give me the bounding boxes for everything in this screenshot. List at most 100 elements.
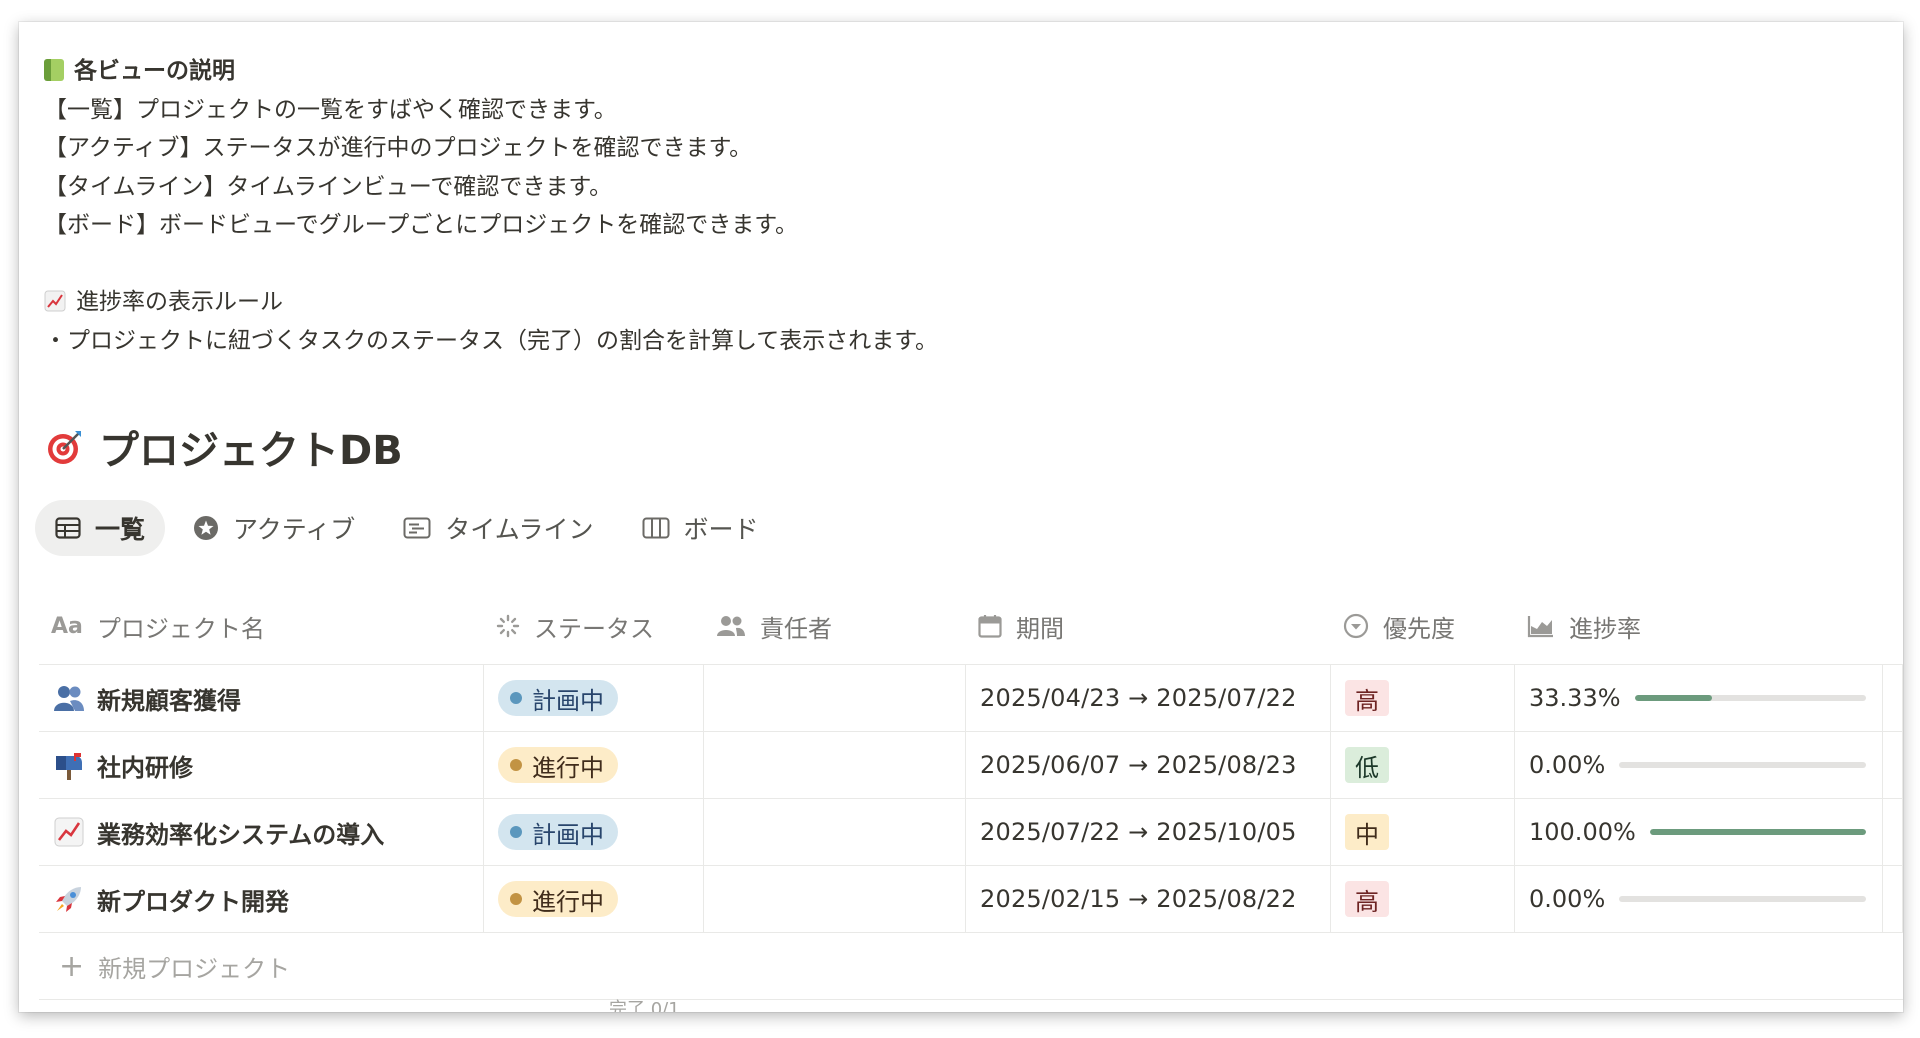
progress-bar xyxy=(1649,829,1866,835)
timeline-icon xyxy=(403,517,431,539)
progress-rule-text: ・プロジェクトに紐づくタスクのステータス（完了）の割合を計算して表示されます。 xyxy=(44,327,939,354)
star-circle-icon xyxy=(194,516,219,540)
cell-period[interactable]: 2025/02/15 → 2025/08/22 xyxy=(966,866,1331,932)
status-badge: 計画中 xyxy=(498,680,618,716)
progress-percent: 100.00% xyxy=(1529,818,1636,846)
table-row[interactable]: 社内研修 進行中 2025/06/07 → 2025/08/23 低 0.00% xyxy=(39,732,1903,799)
table-body: 新規顧客獲得 計画中 2025/04/23 → 2025/07/22 高 33.33% 社… xyxy=(39,665,1903,933)
period-value: 2025/04/23 → 2025/07/22 xyxy=(980,684,1297,712)
status-badge: 進行中 xyxy=(498,881,618,917)
tab-timeline[interactable]: タイムライン xyxy=(383,500,613,556)
status-summary: 完了 0/1 xyxy=(609,999,680,1012)
view-desc-line: 【ボード】ボードビューでグループごとにプロジェクトを確認できます。 xyxy=(44,212,798,238)
status-loader-icon xyxy=(496,614,520,638)
board-icon xyxy=(642,517,670,539)
database-title: プロジェクトDB xyxy=(45,422,403,474)
cell-priority[interactable]: 低 xyxy=(1331,732,1515,798)
cell-status[interactable]: 計画中 xyxy=(484,799,704,865)
target-icon xyxy=(48,431,81,464)
table-row[interactable]: 新規顧客獲得 計画中 2025/04/23 → 2025/07/22 高 33.33% xyxy=(39,665,1903,732)
chart-up-icon xyxy=(53,816,85,848)
area-chart-icon xyxy=(1527,616,1553,638)
period-value: 2025/02/15 → 2025/08/22 xyxy=(980,885,1297,913)
cell-period[interactable]: 2025/06/07 → 2025/08/23 xyxy=(966,732,1331,798)
column-header-name[interactable]: Aa プロジェクト名 xyxy=(39,588,484,664)
progress-rule-heading: 進捗率の表示ルール xyxy=(44,283,938,322)
progress-bar xyxy=(1634,695,1866,701)
cell-project-name[interactable]: 業務効率化システムの導入 xyxy=(39,799,484,865)
view-tabs: 一覧 アクティブ タイムライン ボード xyxy=(35,500,787,556)
page-frame: 各ビューの説明 【一覧】プロジェクトの一覧をすばやく確認できます。 【アクティブ… xyxy=(19,22,1903,1012)
plus-icon: + xyxy=(59,948,85,984)
progress-percent: 0.00% xyxy=(1529,885,1606,913)
views-heading: 各ビューの説明 xyxy=(44,52,938,91)
project-name: 新プロダクト開発 xyxy=(97,887,289,916)
column-header-owner[interactable]: 責任者 xyxy=(704,588,966,664)
status-dot xyxy=(510,692,522,704)
project-name: 業務効率化システムの導入 xyxy=(97,820,385,849)
progress-bar-fill xyxy=(1634,695,1712,701)
cell-owner[interactable] xyxy=(704,799,966,865)
priority-badge: 高 xyxy=(1345,881,1389,917)
view-desc-line: 【アクティブ】ステータスが進行中のプロジェクトを確認できます。 xyxy=(44,135,753,161)
cell-spacer xyxy=(1883,799,1903,865)
status-dot xyxy=(510,826,522,838)
green-book-icon xyxy=(44,59,64,81)
people-icon xyxy=(717,616,745,636)
period-value: 2025/07/22 → 2025/10/05 xyxy=(980,818,1297,846)
cell-status[interactable]: 計画中 xyxy=(484,665,704,731)
table-icon xyxy=(55,517,81,539)
table-row[interactable]: 業務効率化システムの導入 計画中 2025/07/22 → 2025/10/05 中 1… xyxy=(39,799,1903,866)
people-icon xyxy=(53,682,85,714)
cell-status[interactable]: 進行中 xyxy=(484,732,704,798)
cell-owner[interactable] xyxy=(704,732,966,798)
cell-status[interactable]: 進行中 xyxy=(484,866,704,932)
cell-spacer xyxy=(1883,732,1903,798)
priority-badge: 高 xyxy=(1345,680,1389,716)
add-project-row[interactable]: + 新規プロジェクト xyxy=(39,933,1903,1000)
cell-owner[interactable] xyxy=(704,866,966,932)
progress-bar xyxy=(1619,762,1866,768)
progress-bar xyxy=(1619,896,1866,902)
cell-priority[interactable]: 高 xyxy=(1331,866,1515,932)
cell-priority[interactable]: 中 xyxy=(1331,799,1515,865)
cell-project-name[interactable]: 新規顧客獲得 xyxy=(39,665,484,731)
cell-project-name[interactable]: 社内研修 xyxy=(39,732,484,798)
priority-badge: 低 xyxy=(1345,747,1389,783)
column-header-status[interactable]: ステータス xyxy=(484,588,704,664)
status-dot xyxy=(510,893,522,905)
cell-progress: 0.00% xyxy=(1515,732,1883,798)
priority-badge: 中 xyxy=(1345,814,1389,850)
tab-active[interactable]: アクティブ xyxy=(173,500,375,556)
tab-board[interactable]: ボード xyxy=(622,500,779,556)
cell-priority[interactable]: 高 xyxy=(1331,665,1515,731)
tab-list[interactable]: 一覧 xyxy=(35,500,166,556)
cell-project-name[interactable]: 新プロダクト開発 xyxy=(39,866,484,932)
calendar-icon xyxy=(978,615,1002,638)
cell-owner[interactable] xyxy=(704,665,966,731)
rocket-icon xyxy=(53,883,85,915)
column-header-progress[interactable]: 進捗率 xyxy=(1515,588,1883,664)
select-chevron-icon xyxy=(1343,613,1369,639)
cell-period[interactable]: 2025/07/22 → 2025/10/05 xyxy=(966,799,1331,865)
view-desc-line: 【タイムライン】タイムラインビューで確認できます。 xyxy=(44,173,613,200)
table-row[interactable]: 新プロダクト開発 進行中 2025/02/15 → 2025/08/22 高 0.00% xyxy=(39,866,1903,933)
chart-up-icon xyxy=(44,290,66,312)
status-dot xyxy=(510,759,522,771)
project-table: Aa プロジェクト名 ステータス 責任者 期間 優先度 進捗率 新規顧客獲得 計… xyxy=(39,588,1903,1000)
cell-progress: 0.00% xyxy=(1515,866,1883,932)
progress-bar-fill xyxy=(1649,829,1866,835)
column-header-period[interactable]: 期間 xyxy=(966,588,1331,664)
progress-percent: 33.33% xyxy=(1529,684,1621,712)
column-header-priority[interactable]: 優先度 xyxy=(1331,588,1515,664)
text-property-icon: Aa xyxy=(51,613,83,639)
cell-period[interactable]: 2025/04/23 → 2025/07/22 xyxy=(966,665,1331,731)
database-title-text: プロジェクトDB xyxy=(99,428,403,474)
cell-progress: 33.33% xyxy=(1515,665,1883,731)
project-name: 社内研修 xyxy=(97,753,193,782)
mailbox-icon xyxy=(53,749,85,781)
project-name: 新規顧客獲得 xyxy=(97,686,241,715)
status-badge: 進行中 xyxy=(498,747,618,783)
table-header: Aa プロジェクト名 ステータス 責任者 期間 優先度 進捗率 xyxy=(39,588,1903,665)
